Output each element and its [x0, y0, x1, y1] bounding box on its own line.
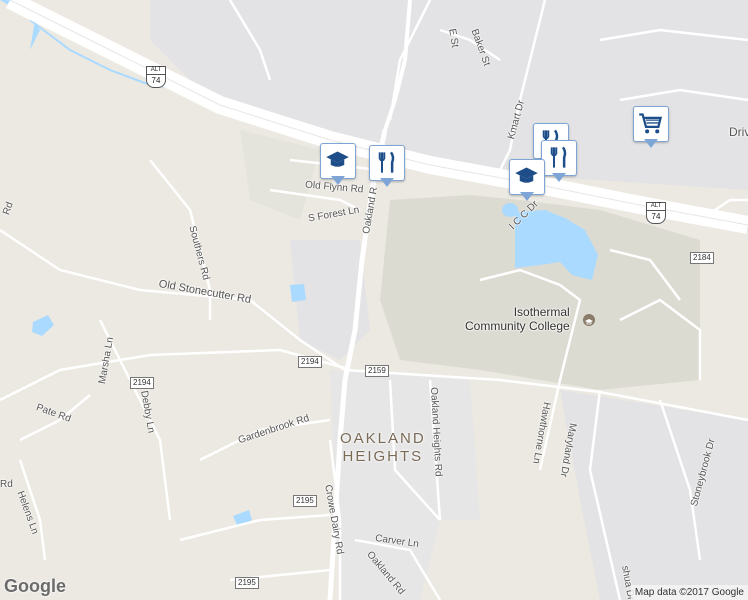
poi-label-isothermal-community-college[interactable]: Isothermal Community College	[465, 305, 570, 333]
place-label-oakland-heights: OAKLAND HEIGHTS	[340, 430, 426, 465]
map-attribution: Map data ©2017 Google	[630, 585, 748, 600]
route-shield-2194: 2194	[298, 356, 322, 368]
graduation-cap-icon	[515, 167, 538, 183]
restaurant-marker[interactable]	[541, 140, 577, 184]
us-74-alt-shield: ALT 74	[146, 66, 166, 94]
route-shield-2159: 2159	[365, 365, 389, 377]
shopping-marker[interactable]	[633, 106, 669, 150]
us-74-alt-shield: ALT 74	[646, 202, 666, 230]
route-shield-2194: 2194	[130, 377, 154, 389]
route-shield-2195: 2195	[293, 495, 317, 507]
pond	[290, 284, 306, 302]
graduation-cap-icon	[326, 151, 349, 167]
map-canvas[interactable]: OAKLAND HEIGHTS Isothermal Community Col…	[0, 0, 748, 600]
school-marker[interactable]	[320, 143, 356, 187]
shopping-cart-icon	[639, 113, 663, 134]
college-icon[interactable]	[583, 314, 595, 326]
restaurant-marker[interactable]	[369, 145, 405, 189]
road-label-e-st: E St	[446, 27, 461, 49]
road-label-left-rd-2: Rd	[0, 479, 13, 490]
road-label-drive-partial: Driv	[729, 125, 748, 139]
google-logo[interactable]: Google	[4, 576, 66, 597]
fork-knife-icon	[378, 151, 395, 173]
route-shield-2195: 2195	[235, 577, 259, 589]
route-shield-2184: 2184	[690, 252, 714, 264]
fork-knife-icon	[550, 146, 567, 168]
school-marker[interactable]	[509, 159, 545, 203]
map-base-layer	[0, 0, 748, 600]
